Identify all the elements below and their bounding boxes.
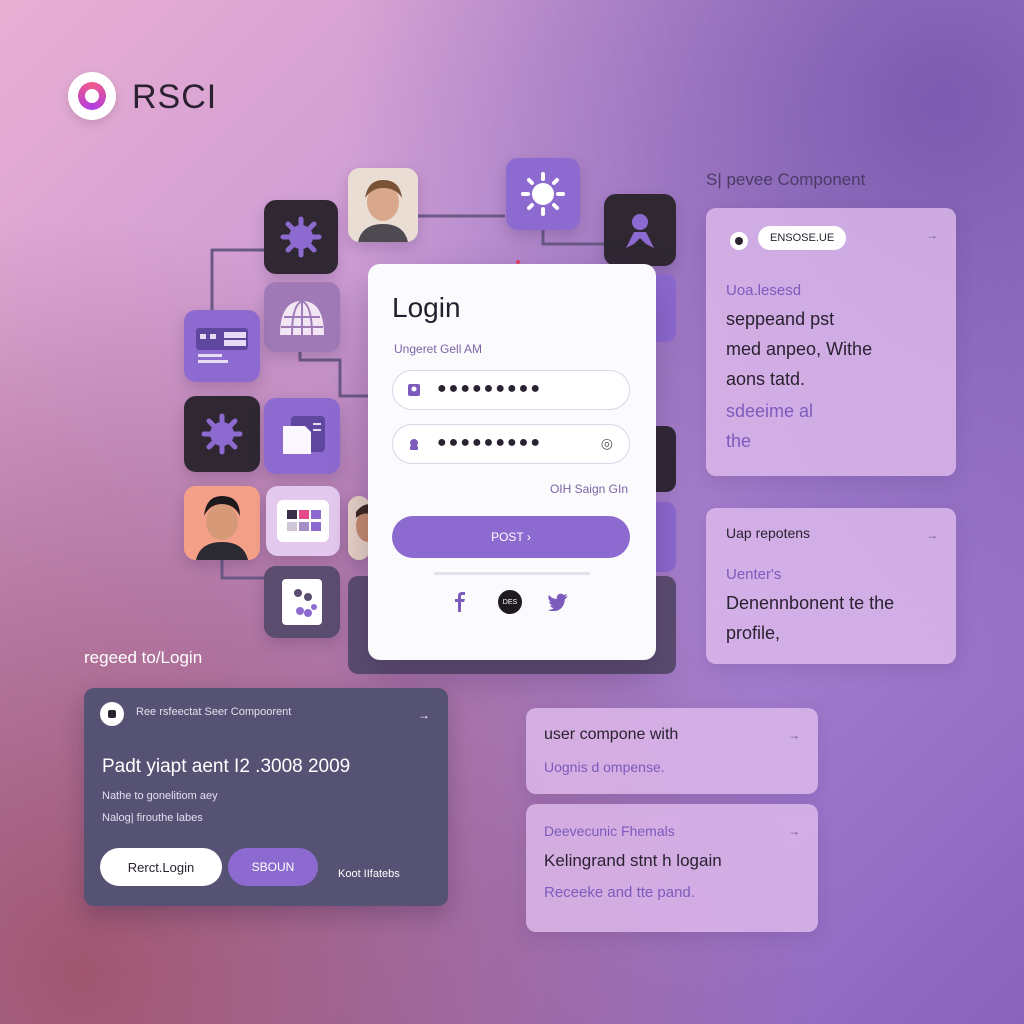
dashboard-icon [196,328,248,363]
gear-icon [201,413,243,455]
card1-line6: the [726,431,752,451]
login-button[interactable]: Rerct.Login [100,848,222,886]
card2-line2: Denennbonent te the [726,593,895,613]
mid-card2-line1: Deevecunic Fhemals [544,823,675,839]
lock-icon [410,439,418,450]
divider [434,572,590,575]
paw-icon [282,579,322,625]
twitter-glyph [548,593,568,611]
password-field[interactable]: ●●●●●●●●● ◎ [392,424,630,464]
card2-line1: Uenter's [726,566,782,583]
card1-line1: Uoa.lesesd [726,282,802,299]
card-big-text: Padt yiapt aent I2 .3008 2009 [102,756,351,777]
card1-line2: seppeand pst [726,309,835,329]
card-header: Ree rsfeectat Seer Compoorent [136,706,292,718]
arrow-icon[interactable]: → [418,708,430,722]
avatar-man-1[interactable] [348,168,418,242]
arrow-icon[interactable]: → [788,824,800,838]
tile-dashboard[interactable] [184,310,260,382]
card2-title: Uap repotens [726,525,811,541]
tile-gear-2[interactable] [184,396,260,472]
twitter-icon[interactable] [546,590,570,614]
component-card-2[interactable]: Uap repotens → Uenter's Denennbonent te … [706,508,956,664]
facebook-icon[interactable] [448,590,472,614]
mid-card1-sub: Uognis d ompense. [544,759,665,775]
password-value: ●●●●●●●●● [437,434,542,451]
login-card: Login Ungeret Gell AM ●●●●●●●●● ●●●●●●●●… [368,264,656,660]
sun-icon [521,172,565,216]
login-title: Login [392,292,461,323]
card1-line4: aons tatd. [726,369,806,389]
document-icon [283,416,325,454]
forgot-link[interactable]: OIH Saign GIn [550,482,628,496]
mid-card1-title: user compone with [544,726,679,743]
person-3-icon [348,496,370,560]
profile-card: Ree rsfeectat Seer Compoorent → Padt yia… [84,688,448,906]
card-line1: Nathe to gonelitiom aey [102,790,218,802]
tile-user[interactable] [604,194,676,266]
card1-line3: med anpeo, Withe [726,339,873,359]
arrow-icon[interactable]: → [788,728,800,742]
component-card-1[interactable]: ENSOSE.UE → Uoa.lesesd seppeand pst med … [706,208,956,476]
facebook-glyph [455,592,465,612]
card-line2: Nalog| firouthe labes [102,812,203,824]
person-2-icon [184,486,260,560]
tile-paw[interactable] [264,566,340,638]
palette-icon [277,500,329,542]
tile-globe[interactable] [264,282,340,352]
tile-gear-1[interactable] [264,200,338,274]
avatar-man-3[interactable] [348,496,370,560]
tile-document[interactable] [264,398,340,474]
user-square-icon [408,384,420,396]
tile-edge-purple-2 [654,502,676,572]
login-component-card[interactable]: Deevecunic Fhemals → Kelingrand stnt h l… [526,804,818,932]
card-pill[interactable]: ENSOSE.UE [758,226,847,250]
tile-edge-dark [654,426,676,492]
tile-sun[interactable] [506,158,580,230]
username-value: ●●●●●●●●● [437,380,542,397]
card-link[interactable]: Koot IIfatebs [338,868,400,880]
username-field[interactable]: ●●●●●●●●● [392,370,630,410]
show-password-icon[interactable]: ◎ [601,435,613,452]
user-component-card[interactable]: user compone with → Uognis d ompense. [526,708,818,794]
section-heading: S| pevee Component [706,170,866,189]
signin-button[interactable]: SBOUN [228,848,318,886]
section-label: regeed to/Login [84,648,203,667]
arrow-icon[interactable]: → [926,528,938,542]
person-1-icon [348,168,418,242]
avatar-man-2[interactable] [184,486,260,560]
submit-button[interactable]: POST › [392,516,630,558]
gear-icon [280,216,322,258]
social-middle-icon[interactable]: DES [498,590,522,614]
record-icon [730,232,748,250]
arrow-icon[interactable]: → [926,228,938,242]
login-subtitle: Ungeret Gell AM [394,342,483,356]
mid-card2-line2: Kelingrand stnt h logain [544,851,722,870]
card1-line5: sdeeime al [726,401,814,421]
globe-icon [280,299,324,336]
user-icon [626,214,654,248]
lock-badge-icon [100,702,124,726]
card2-line3: profile, [726,623,781,643]
tile-palette[interactable] [266,486,340,556]
mid-card2-line3: Receeke and tte pand. [544,884,695,901]
